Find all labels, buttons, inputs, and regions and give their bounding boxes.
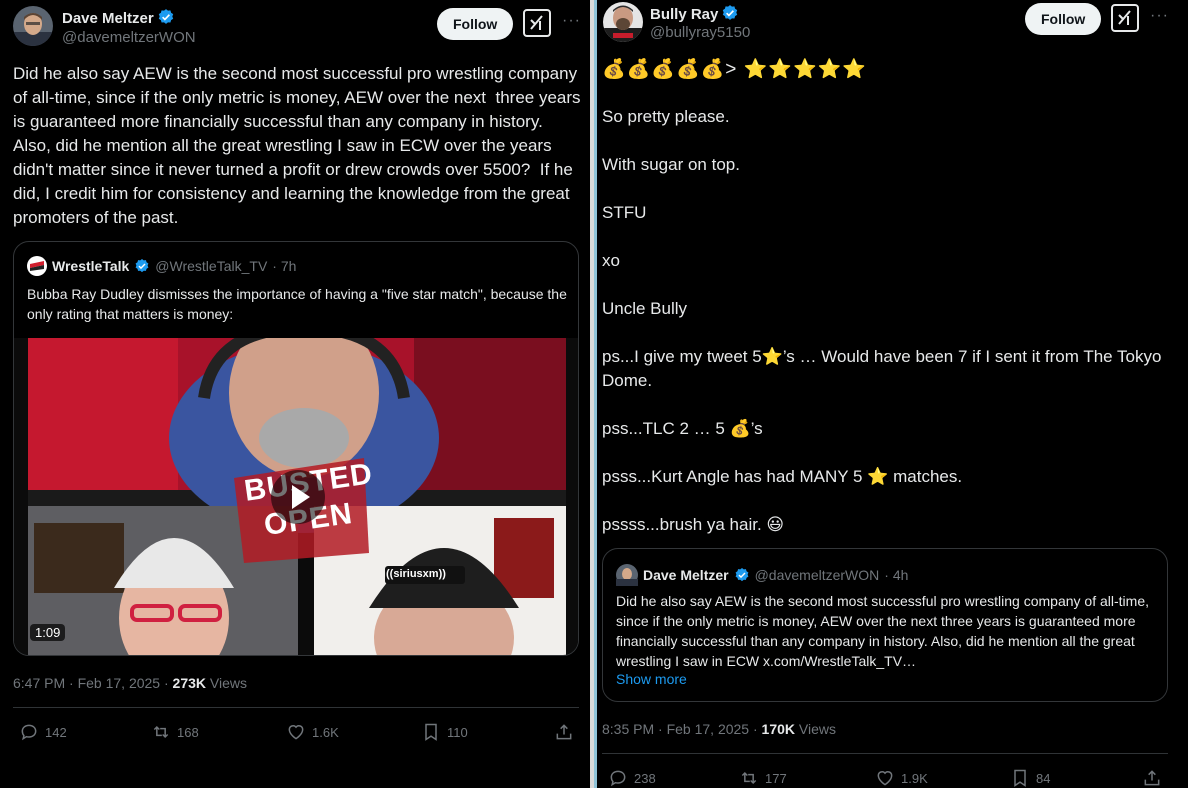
- avatar[interactable]: [13, 6, 53, 46]
- heart-icon: [877, 771, 893, 786]
- bookmark-icon: [425, 723, 437, 741]
- follow-button[interactable]: Follow: [437, 8, 514, 40]
- tweet-line-2: With sugar on top.: [602, 155, 740, 174]
- verified-badge-icon: [135, 259, 149, 273]
- verified-badge-icon: [158, 9, 173, 24]
- tweet-timestamp[interactable]: 8:35 PM · Feb 17, 2025 ·: [602, 721, 762, 737]
- views-label: Views: [795, 721, 836, 737]
- repost-count: 177: [765, 770, 787, 786]
- quote-header: Dave Meltzer @davemeltzerWON · 4h: [616, 564, 908, 586]
- reply-button[interactable]: 238: [608, 768, 656, 788]
- right-tweet: Bully Ray @bullyray5150 Follow ··· 💰💰💰💰💰…: [597, 0, 1188, 788]
- avatar: [616, 564, 638, 586]
- views-count: 273K: [172, 675, 206, 691]
- divider: [13, 707, 579, 708]
- quote-time: · 7h: [272, 258, 297, 274]
- grok-icon[interactable]: [1111, 4, 1139, 32]
- share-icon: [556, 724, 572, 740]
- repost-icon: [153, 725, 169, 739]
- repost-icon: [741, 771, 757, 785]
- share-button[interactable]: [1142, 768, 1162, 788]
- reply-count: 238: [634, 770, 656, 786]
- avatar[interactable]: [603, 2, 643, 42]
- video-player[interactable]: BUSTED OPEN ((siriusxm)) 1:09: [14, 308, 578, 655]
- wrestletalk-avatar-icon: [27, 256, 47, 276]
- tweet-line-7: pss...TLC 2 … 5 💰’s: [602, 419, 763, 438]
- share-button[interactable]: [554, 722, 574, 742]
- repost-count: 168: [177, 724, 199, 740]
- views-count: 170K: [761, 721, 795, 737]
- quote-author-name[interactable]: WrestleTalk: [52, 258, 129, 274]
- verified-badge-icon: [735, 568, 748, 582]
- tweet-line-1: So pretty please.: [602, 107, 730, 126]
- repost-button[interactable]: 177: [739, 768, 787, 788]
- reply-count: 142: [45, 724, 67, 740]
- play-icon: [292, 485, 310, 509]
- tweet-meta: 6:47 PM · Feb 17, 2025 · 273K Views: [13, 675, 247, 691]
- author-handle[interactable]: @bullyray5150: [650, 24, 750, 41]
- left-tweet: Dave Meltzer @davemeltzerWON Follow ··· …: [0, 0, 590, 788]
- quote-header: WrestleTalk @WrestleTalk_TV · 7h: [27, 256, 296, 276]
- more-options-icon[interactable]: ···: [1150, 7, 1169, 25]
- follow-button[interactable]: Follow: [1025, 3, 1102, 35]
- quote-time: · 4h: [884, 567, 909, 583]
- quote-text: Did he also say AEW is the second most s…: [616, 593, 1149, 669]
- reply-icon: [610, 770, 626, 787]
- play-button[interactable]: [271, 470, 325, 524]
- tweet-line-4: xo: [602, 251, 620, 270]
- bookmark-button[interactable]: 110: [421, 722, 468, 742]
- quote-author-name[interactable]: Dave Meltzer: [643, 567, 729, 583]
- heart-icon: [288, 725, 304, 740]
- show-more-link[interactable]: Show more: [616, 671, 687, 687]
- more-options-icon[interactable]: ···: [562, 12, 581, 30]
- bookmark-button[interactable]: 84: [1010, 768, 1050, 788]
- repost-button[interactable]: 168: [151, 722, 199, 742]
- grok-icon[interactable]: [523, 9, 551, 37]
- tweet-line-8: psss...Kurt Angle has had MANY 5 ⭐ match…: [602, 467, 963, 486]
- bookmark-count: 84: [1036, 770, 1051, 786]
- author-handle[interactable]: @davemeltzerWON: [62, 29, 196, 46]
- author-name[interactable]: Dave Meltzer: [62, 8, 175, 27]
- like-button[interactable]: 1.6K: [286, 722, 339, 742]
- tweet-line-6: ps...I give my tweet 5⭐’s … Would have b…: [602, 347, 1167, 390]
- tweet-line-9: pssss...brush ya hair. 😃: [602, 515, 785, 534]
- quote-author-handle[interactable]: @davemeltzerWON: [755, 567, 880, 583]
- reply-button[interactable]: 142: [19, 722, 67, 742]
- views-label: Views: [206, 675, 247, 691]
- share-icon: [1144, 770, 1160, 786]
- author-name[interactable]: Bully Ray: [650, 4, 739, 23]
- tweet-meta: 8:35 PM · Feb 17, 2025 · 170K Views: [602, 721, 836, 737]
- tweet-line-3: STFU: [602, 203, 647, 222]
- verified-badge-icon: [723, 5, 738, 20]
- emoji-line: 💰💰💰💰💰> ⭐⭐⭐⭐⭐: [602, 59, 867, 80]
- reply-icon: [21, 724, 37, 741]
- bookmark-icon: [1014, 769, 1026, 787]
- quoted-tweet[interactable]: WrestleTalk @WrestleTalk_TV · 7h Bubba R…: [13, 241, 579, 656]
- divider: [602, 753, 1168, 754]
- tweet-line-5: Uncle Bully: [602, 299, 688, 318]
- tweet-timestamp[interactable]: 6:47 PM · Feb 17, 2025 ·: [13, 675, 173, 691]
- siriusxm-label: ((siriusxm)): [386, 568, 446, 580]
- like-count: 1.6K: [312, 724, 339, 740]
- like-count: 1.9K: [901, 770, 928, 786]
- tweet-text: Did he also say AEW is the second most s…: [13, 64, 586, 227]
- bookmark-count: 110: [447, 724, 468, 740]
- quote-text: Bubba Ray Dudley dismisses the importanc…: [27, 286, 567, 322]
- quote-author-handle[interactable]: @WrestleTalk_TV: [155, 258, 267, 274]
- quoted-tweet[interactable]: Dave Meltzer @davemeltzerWON · 4h Did he…: [602, 548, 1168, 702]
- video-duration: 1:09: [30, 624, 66, 641]
- like-button[interactable]: 1.9K: [875, 768, 928, 788]
